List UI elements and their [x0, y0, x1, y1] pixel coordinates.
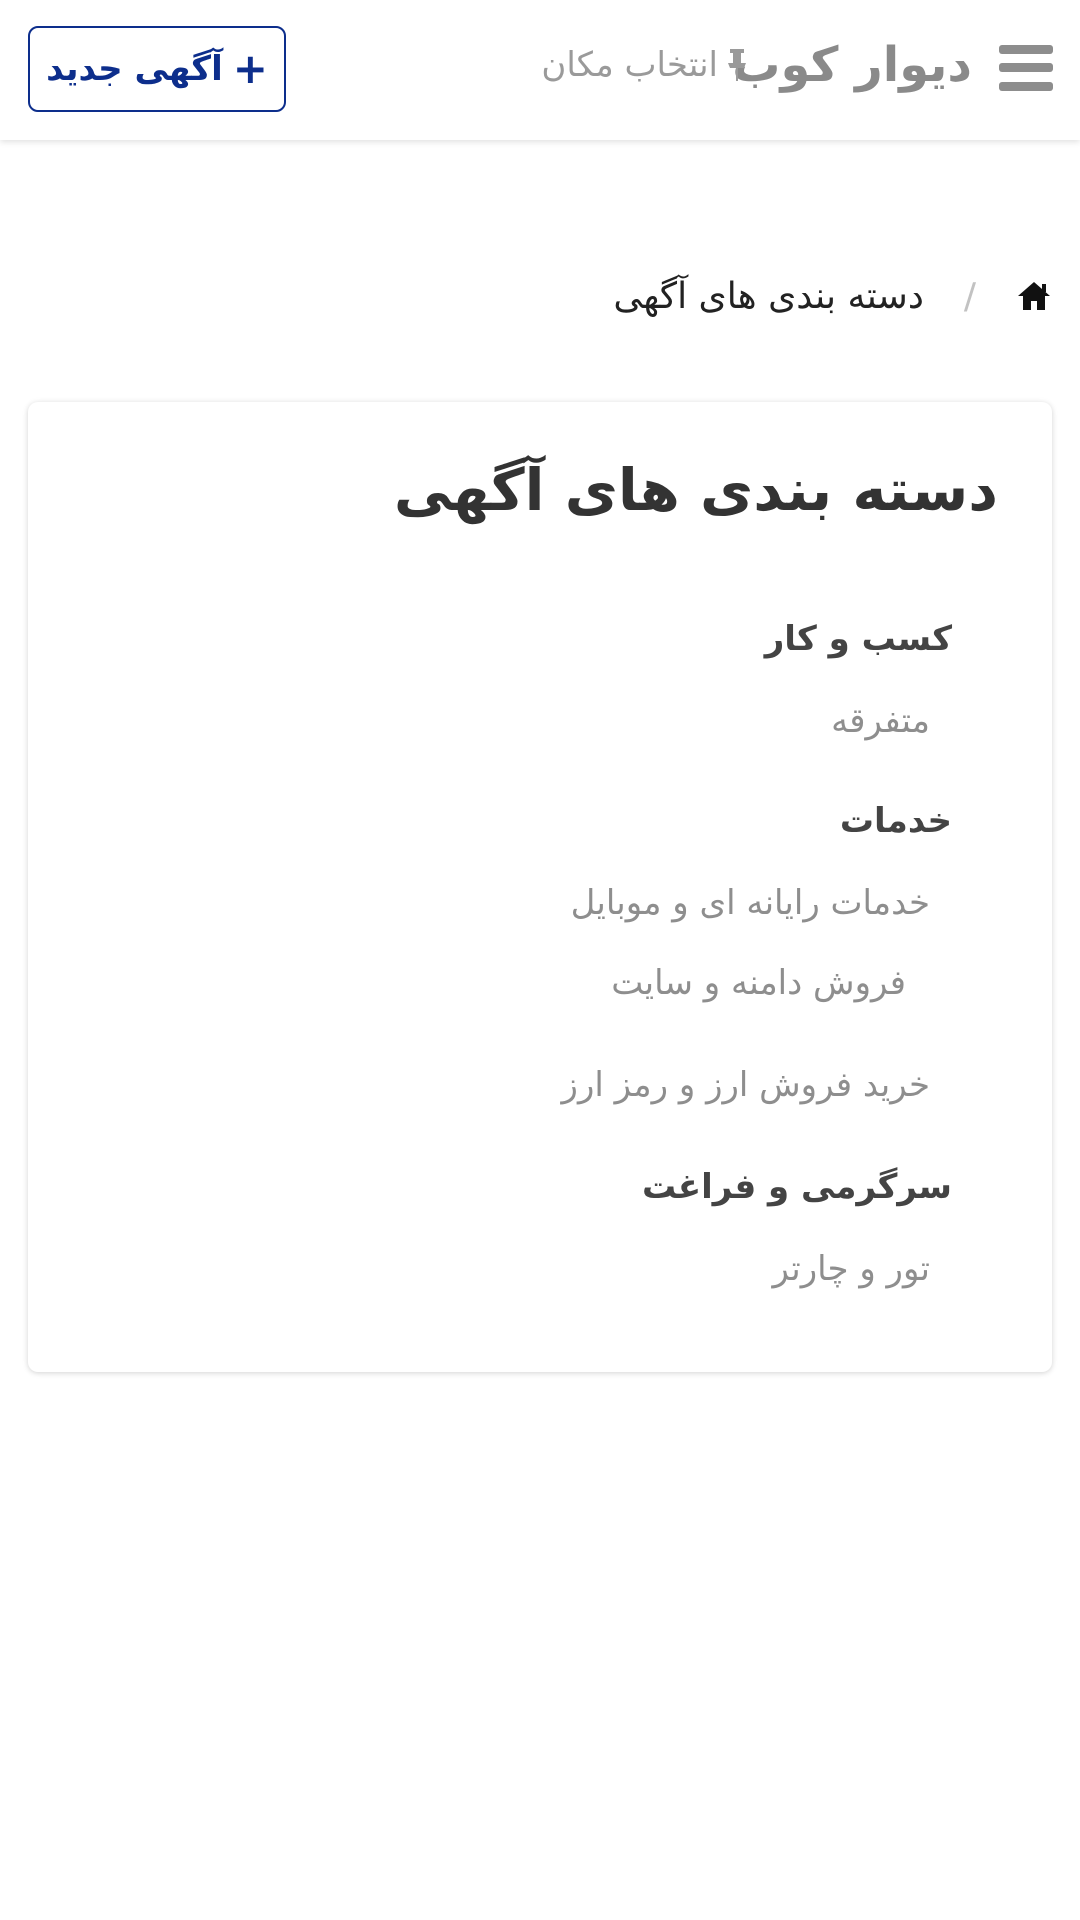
category-link[interactable]: خدمات رایانه ای و موبایل	[571, 878, 930, 928]
new-ad-button[interactable]: + آگهی جدید	[28, 26, 286, 112]
breadcrumb-current: دسته بندی های آگهی	[613, 275, 924, 317]
categories-card: دسته بندی های آگهی کسب و کار متفرقه خدما…	[28, 402, 1052, 1372]
category-link[interactable]: متفرقه	[831, 696, 930, 746]
category-link[interactable]: تور و چارتر	[773, 1244, 931, 1294]
location-selector[interactable]: انتخاب مکان	[541, 40, 750, 90]
hamburger-menu-icon[interactable]	[999, 45, 1053, 91]
top-header: دیوار کوب انتخاب مکان + آگهی جدید	[0, 0, 1080, 140]
location-label: انتخاب مکان	[541, 45, 718, 85]
pin-icon	[728, 49, 746, 81]
card-title: دسته بندی های آگهی	[393, 456, 998, 524]
breadcrumb: / دسته بندی های آگهی	[613, 268, 1052, 324]
category-link[interactable]: فروش دامنه و سایت	[611, 958, 906, 1008]
category-link[interactable]: خرید فروش ارز و رمز ارز	[562, 1060, 930, 1110]
category-heading-services[interactable]: خدمات	[840, 796, 952, 846]
new-ad-label: آگهی جدید	[46, 49, 223, 89]
category-heading-entertainment[interactable]: سرگرمی و فراغت	[642, 1162, 952, 1212]
site-title[interactable]: دیوار کوب	[732, 30, 972, 100]
home-icon[interactable]	[1016, 280, 1052, 312]
plus-icon: +	[232, 44, 268, 93]
breadcrumb-separator: /	[963, 275, 976, 317]
category-heading-business[interactable]: کسب و کار	[765, 614, 952, 664]
